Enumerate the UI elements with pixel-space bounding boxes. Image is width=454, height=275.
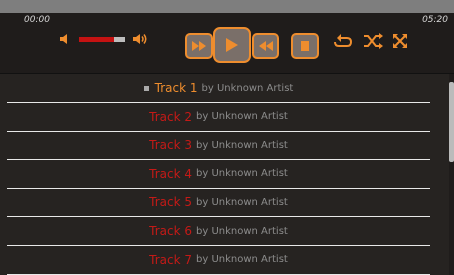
track-title: Track 3: [149, 138, 193, 153]
track-artist: by Unknown Artist: [196, 168, 288, 180]
track-title: Track 7: [149, 252, 193, 267]
stop-button[interactable]: [291, 33, 319, 59]
stop-icon: [301, 41, 309, 51]
track-title: Track 2: [149, 109, 193, 124]
top-bar: [0, 0, 454, 13]
rewind-button[interactable]: [252, 33, 279, 59]
player-controls: 00:00 05:20: [0, 13, 454, 74]
volume-high-icon[interactable]: [131, 30, 149, 48]
playlist: Track 1 by Unknown Artist Track 2 by Unknow…: [0, 74, 454, 275]
track-artist: by Unknown Artist: [196, 254, 288, 266]
track-row[interactable]: Track 6 by Unknown Artist: [7, 217, 430, 246]
track-row[interactable]: Track 7 by Unknown Artist: [7, 246, 430, 275]
repeat-button[interactable]: [333, 32, 353, 50]
volume-low-icon[interactable]: [57, 30, 75, 48]
fast-forward-icon: [192, 41, 206, 51]
track-title: Track 1: [154, 81, 198, 95]
track-row[interactable]: Track 4 by Unknown Artist: [7, 160, 430, 189]
track-row[interactable]: Track 2 by Unknown Artist: [7, 103, 430, 132]
track-artist: by Unknown Artist: [201, 82, 294, 94]
volume-slider-fill: [79, 37, 114, 42]
volume-slider[interactable]: [79, 37, 125, 42]
track-title: Track 5: [149, 195, 193, 210]
shuffle-button[interactable]: [363, 32, 383, 50]
track-artist: by Unknown Artist: [196, 139, 288, 151]
play-icon: [226, 38, 238, 52]
expand-icon: [393, 34, 407, 48]
expand-button[interactable]: [390, 32, 410, 50]
repeat-icon: [334, 34, 353, 47]
track-title: Track 6: [149, 224, 193, 238]
track-artist: by Unknown Artist: [196, 111, 288, 123]
track-artist: by Unknown Artist: [196, 196, 288, 208]
now-playing-indicator: [143, 85, 149, 91]
track-artist: by Unknown Artist: [196, 225, 288, 237]
track-row[interactable]: Track 3 by Unknown Artist: [7, 131, 430, 161]
track-title: Track 4: [149, 166, 193, 181]
total-time: 05:20: [422, 15, 448, 25]
playlist-scrollbar[interactable]: [449, 74, 454, 275]
rewind-icon: [258, 41, 273, 51]
elapsed-time: 00:00: [24, 15, 50, 25]
track-row[interactable]: Track 1 by Unknown Artist: [7, 74, 430, 103]
track-row[interactable]: Track 5 by Unknown Artist: [7, 188, 430, 218]
shuffle-icon: [364, 33, 383, 49]
scrollbar-thumb[interactable]: [449, 82, 454, 162]
fast-forward-button[interactable]: [185, 33, 213, 59]
play-button[interactable]: [213, 27, 251, 63]
